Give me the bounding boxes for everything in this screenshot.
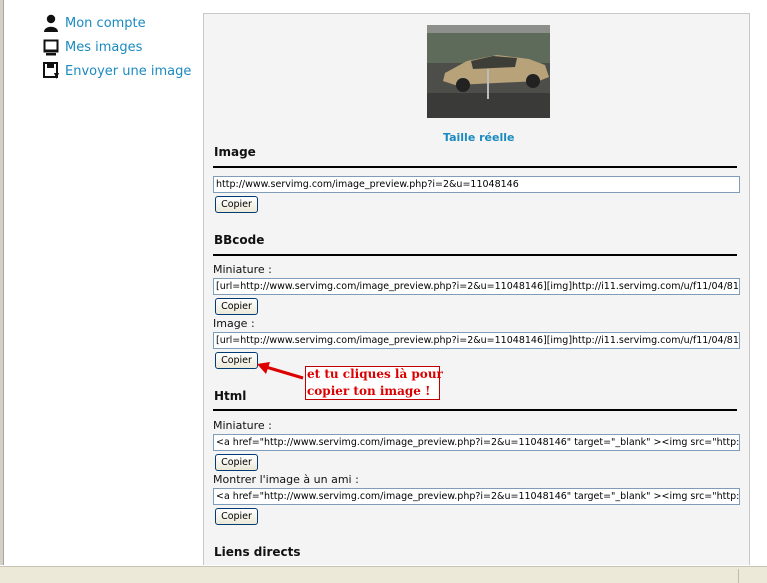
upload-disk-icon bbox=[42, 62, 60, 80]
section-divider bbox=[213, 166, 737, 168]
copy-bbcode-thumb-button[interactable]: Copier bbox=[215, 298, 258, 315]
copy-image-url-button[interactable]: Copier bbox=[215, 196, 258, 213]
bbcode-image-label: Image : bbox=[213, 317, 255, 330]
annotation-note: et tu cliques là pour copier ton image ! bbox=[305, 366, 443, 400]
actual-size-link[interactable]: Taille réelle bbox=[443, 131, 514, 144]
resize-grip[interactable] bbox=[738, 569, 767, 583]
copy-bbcode-image-button[interactable]: Copier bbox=[215, 352, 258, 369]
annotation-line-1: et tu cliques là pour bbox=[307, 367, 443, 381]
html-friend-label: Montrer l'image à un ami : bbox=[213, 473, 359, 486]
sidebar-item-label: Mes images bbox=[65, 39, 143, 55]
section-title-html: Html bbox=[214, 389, 247, 403]
html-thumb-field[interactable]: <a href="http://www.servimg.com/image_pr… bbox=[213, 434, 740, 451]
user-icon bbox=[42, 14, 60, 32]
sidebar-item-envoyer-image[interactable]: Envoyer une image bbox=[42, 62, 191, 80]
sidebar-item-mon-compte[interactable]: Mon compte bbox=[42, 14, 146, 32]
sidebar-item-mes-images[interactable]: Mes images bbox=[42, 38, 142, 56]
monitor-icon bbox=[42, 38, 60, 56]
copy-html-friend-button[interactable]: Copier bbox=[215, 508, 258, 525]
section-title-direct-links: Liens directs bbox=[214, 545, 301, 559]
html-friend-field[interactable]: <a href="http://www.servimg.com/image_pr… bbox=[213, 488, 740, 505]
window-frame-left bbox=[0, 0, 4, 565]
section-title-bbcode: BBcode bbox=[214, 233, 265, 247]
bbcode-thumb-field[interactable]: [url=http://www.servimg.com/image_previe… bbox=[213, 278, 740, 295]
image-thumbnail[interactable] bbox=[427, 25, 550, 118]
annotation-line-2: copier ton image ! bbox=[307, 384, 431, 398]
section-divider bbox=[213, 409, 737, 411]
html-thumb-label: Miniature : bbox=[213, 419, 272, 432]
bbcode-image-field[interactable]: [url=http://www.servimg.com/image_previe… bbox=[213, 332, 740, 349]
image-url-field[interactable]: http://www.servimg.com/image_preview.php… bbox=[213, 176, 740, 193]
bbcode-thumb-label: Miniature : bbox=[213, 263, 272, 276]
annotation-arrow-icon bbox=[257, 362, 304, 380]
copy-html-thumb-button[interactable]: Copier bbox=[215, 454, 258, 471]
section-title-image: Image bbox=[214, 145, 256, 159]
section-divider bbox=[213, 254, 737, 256]
sidebar-item-label: Envoyer une image bbox=[65, 63, 192, 79]
status-bar bbox=[0, 566, 767, 583]
sidebar-item-label: Mon compte bbox=[65, 15, 146, 31]
